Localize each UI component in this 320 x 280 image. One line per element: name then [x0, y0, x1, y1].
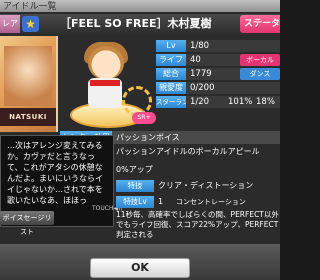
- card-name: ［FEEL SO FREE］木村夏樹: [60, 17, 212, 30]
- affection-label: 親愛度: [156, 82, 186, 94]
- rarity-badge: SR+: [132, 112, 156, 124]
- stats-panel: Lv 1/80 ライフ 40 ボーカル 総合 1779 ダンス 親愛度 0/20…: [156, 40, 280, 142]
- skill-level-label: 特技Lv: [116, 196, 154, 208]
- chibi-scarf: [90, 80, 120, 86]
- total-label: 総合: [156, 68, 186, 80]
- chibi-head: [88, 46, 124, 80]
- total-value: 1779: [190, 69, 212, 79]
- skill-level-row: 特技Lv 1 コンセントレーション: [116, 196, 280, 208]
- life-label: ライフ: [156, 54, 186, 66]
- skill-name: クリア・ディストーション: [158, 181, 254, 190]
- life-value: 40: [190, 55, 201, 65]
- skill-desc: 11秒毎、高確率でしばらくの間、PERFECT以外でもライフ回復、スコア22%ア…: [116, 210, 279, 239]
- vocal-label: ボーカル: [240, 54, 280, 66]
- affection-value: 0/200: [190, 83, 215, 93]
- rarity-label: レア: [0, 15, 20, 33]
- lv-label: Lv: [156, 40, 186, 52]
- pct1-value: 101%: [228, 97, 253, 107]
- skill-name-row: 特技 クリア・ディストーション: [116, 180, 280, 192]
- card-thumbnail[interactable]: NATSUKI KIMURA: [0, 36, 58, 132]
- pct2-value: 18%: [256, 97, 275, 107]
- dance-label: ダンス: [240, 68, 280, 80]
- skill-type: コンセントレーション: [176, 198, 246, 206]
- star-rank-label: スターランク: [156, 96, 186, 108]
- ok-button[interactable]: OK: [90, 258, 190, 278]
- star-rank-value: 1/20: [190, 97, 210, 107]
- skill-label: 特技: [116, 180, 154, 192]
- lv-value: 1/80: [190, 41, 210, 51]
- center-effect-desc: パッションアイドルのボーカルアピール: [116, 147, 260, 156]
- total-row: 総合 1779 ダンス: [156, 68, 280, 80]
- star-icon[interactable]: ★: [22, 16, 39, 32]
- card-nameplate: NATSUKI KIMURA: [0, 108, 56, 132]
- lv-row: Lv 1/80: [156, 40, 280, 52]
- dialog-text: …次はアレンジ変えてみるか。カヴァだと言うなって、これがアタシの休憩なんだよ。ま…: [7, 141, 103, 205]
- center-effect-desc2: 0%アップ: [116, 165, 153, 174]
- star-rank-row: スターランク 1/20 101% 18%: [156, 96, 280, 108]
- affection-row: 親愛度 0/200: [156, 82, 280, 94]
- status-button[interactable]: ステータス: [240, 15, 280, 33]
- center-effect-name: パッションボイス: [116, 133, 180, 142]
- card-art: [4, 46, 52, 106]
- life-row: ライフ 40 ボーカル: [156, 54, 280, 66]
- voice-list-button[interactable]: ボイスセージリスト: [0, 211, 54, 236]
- skill-level-value: 1: [158, 197, 164, 206]
